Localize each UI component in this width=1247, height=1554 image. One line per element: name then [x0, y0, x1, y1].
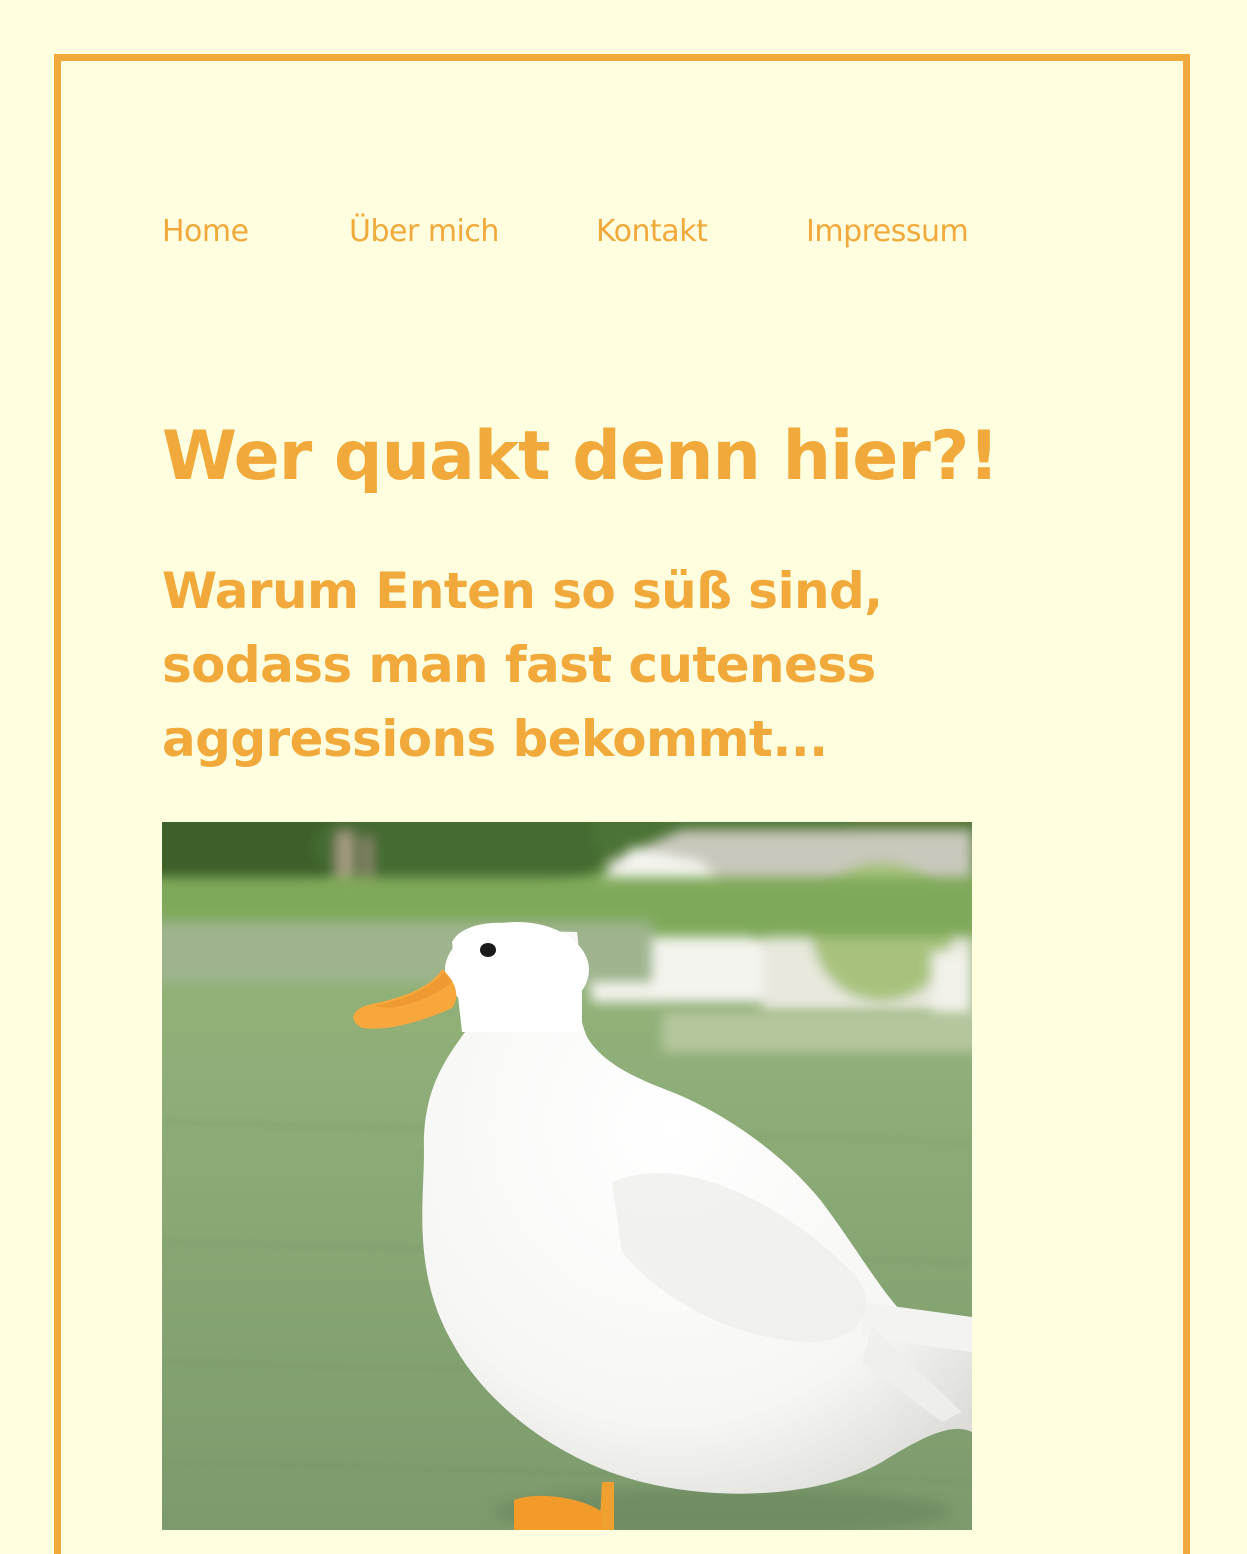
nav-link-about[interactable]: Über mich: [349, 212, 499, 252]
article-subtitle: Warum Enten so süß sind, sodass man fast…: [162, 562, 883, 768]
nav-link-imprint[interactable]: Impressum: [806, 212, 969, 252]
article-title: Wer quakt denn hier?!: [162, 417, 999, 496]
nav-link-home[interactable]: Home: [162, 212, 249, 252]
nav-link-contact[interactable]: Kontakt: [596, 212, 708, 252]
duck-photo: [162, 822, 972, 1530]
